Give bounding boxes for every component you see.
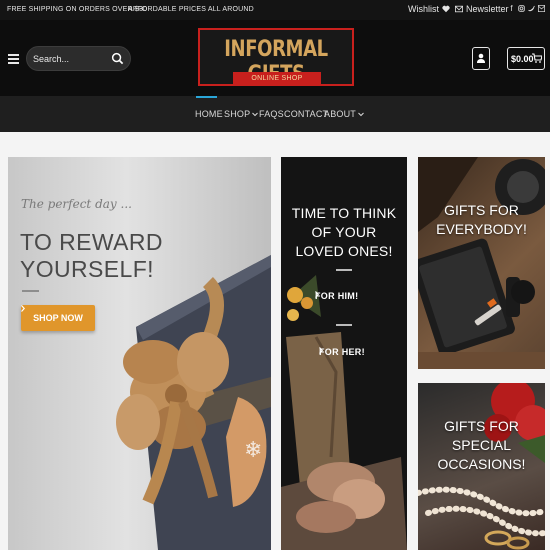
svg-text:❄: ❄: [244, 438, 262, 463]
nav-shop-label: SHOP: [224, 109, 251, 119]
loved-ones-title: TIME TO THINK OF YOUR LOVED ONES!: [281, 204, 407, 261]
account-button[interactable]: [472, 47, 490, 70]
hero-headline-line1: TO REWARD: [20, 229, 163, 255]
everybody-title-line1: GIFTS FOR: [444, 202, 519, 218]
nav-about-label: ABOUT: [324, 109, 357, 119]
heart-icon: [442, 5, 450, 13]
menu-icon[interactable]: [8, 54, 19, 64]
chevron-down-icon: [358, 112, 364, 116]
nav-home-label: HOME: [195, 109, 223, 119]
search-input[interactable]: [33, 52, 113, 66]
special-occasions-title: GIFTS FOR SPECIAL OCCASIONS!: [418, 417, 545, 474]
shop-now-button[interactable]: SHOP NOW: [21, 305, 95, 331]
hero-headline-line2: YOURSELF!: [20, 256, 154, 282]
site-logo[interactable]: INFORMAL GIFTS ONLINE SHOP: [198, 28, 354, 87]
shop-now-label: SHOP NOW: [33, 313, 83, 323]
everybody-title-line2: EVERYBODY!: [436, 221, 527, 237]
special-occasions-title-line1: GIFTS FOR: [444, 418, 519, 434]
special-occasions-banner[interactable]: GIFTS FOR SPECIAL OCCASIONS!: [418, 383, 545, 550]
newsletter-link[interactable]: Newsletter: [455, 4, 509, 14]
loved-ones-divider-2: [336, 324, 352, 326]
chevron-right-icon: [21, 305, 25, 312]
email-icon[interactable]: [538, 3, 545, 14]
loved-ones-title-line1: TIME TO THINK: [291, 205, 397, 221]
nav-about[interactable]: ABOUT: [324, 109, 364, 119]
for-him-link[interactable]: FOR HIM!: [315, 291, 358, 301]
loved-ones-title-line3: LOVED ONES!: [295, 243, 393, 259]
cart-button[interactable]: $0.00: [507, 47, 545, 70]
nav-faqs[interactable]: FAQS: [259, 109, 284, 119]
wishlist-label: Wishlist: [408, 4, 439, 14]
loved-ones-banner[interactable]: TIME TO THINK OF YOUR LOVED ONES! FOR HI…: [281, 157, 407, 550]
for-her-label: FOR HER!: [319, 347, 365, 357]
hero-headline: TO REWARD YOURSELF!: [20, 229, 163, 283]
envelope-icon: [455, 5, 463, 13]
cart-icon: [532, 53, 542, 63]
promo-prices: AFFORDABLE PRICES ALL AROUND: [128, 6, 254, 13]
cart-amount: $0.00: [511, 54, 534, 64]
nav-home[interactable]: HOME: [195, 109, 223, 119]
nav-contact-label: CONTACT: [284, 109, 329, 119]
loved-ones-divider-1: [336, 269, 352, 271]
facebook-icon[interactable]: f: [508, 3, 515, 14]
search-box: [26, 46, 131, 71]
instagram-icon[interactable]: [518, 3, 525, 14]
wishlist-link[interactable]: Wishlist: [408, 4, 450, 14]
for-him-label: FOR HIM!: [315, 291, 359, 301]
nav-contact[interactable]: CONTACT: [284, 109, 328, 119]
camera-phone-image: [418, 157, 545, 369]
main-nav: HOME SHOP FAQS CONTACT ABOUT: [0, 96, 550, 132]
nav-faqs-label: FAQS: [259, 109, 284, 119]
nav-shop[interactable]: SHOP: [224, 109, 259, 119]
search-icon[interactable]: [111, 52, 124, 65]
newsletter-label: Newsletter: [466, 4, 509, 14]
hero-divider: [22, 290, 39, 292]
chevron-down-icon: [252, 112, 259, 116]
user-icon: [477, 53, 485, 63]
site-header: INFORMAL GIFTS ONLINE SHOP $0.00: [0, 20, 550, 96]
logo-subtitle: ONLINE SHOP: [233, 72, 321, 86]
top-bar: FREE SHIPPING ON ORDERS OVER $30 AFFORDA…: [0, 0, 550, 20]
chevron-right-icon: [319, 347, 323, 354]
social-links: f: [508, 3, 545, 14]
special-occasions-title-line2: SPECIAL: [451, 437, 512, 453]
promo-shipping: FREE SHIPPING ON ORDERS OVER $30: [7, 6, 148, 13]
hero-banner[interactable]: ❄ The perfect day ... TO REWARD YOURSELF…: [8, 157, 271, 550]
hero-script-text: The perfect day ...: [21, 197, 132, 211]
everybody-title: GIFTS FOR EVERYBODY!: [418, 201, 545, 239]
nav-active-indicator: [196, 96, 217, 98]
gift-box-image: ❄: [116, 255, 271, 550]
special-occasions-title-line3: OCCASIONS!: [437, 456, 526, 472]
chevron-right-icon: [315, 291, 319, 298]
everybody-banner[interactable]: GIFTS FOR EVERYBODY!: [418, 157, 545, 369]
twitter-icon[interactable]: [528, 3, 535, 14]
loved-ones-title-line2: OF YOUR: [311, 224, 377, 240]
for-her-link[interactable]: FOR HER!: [319, 347, 365, 357]
